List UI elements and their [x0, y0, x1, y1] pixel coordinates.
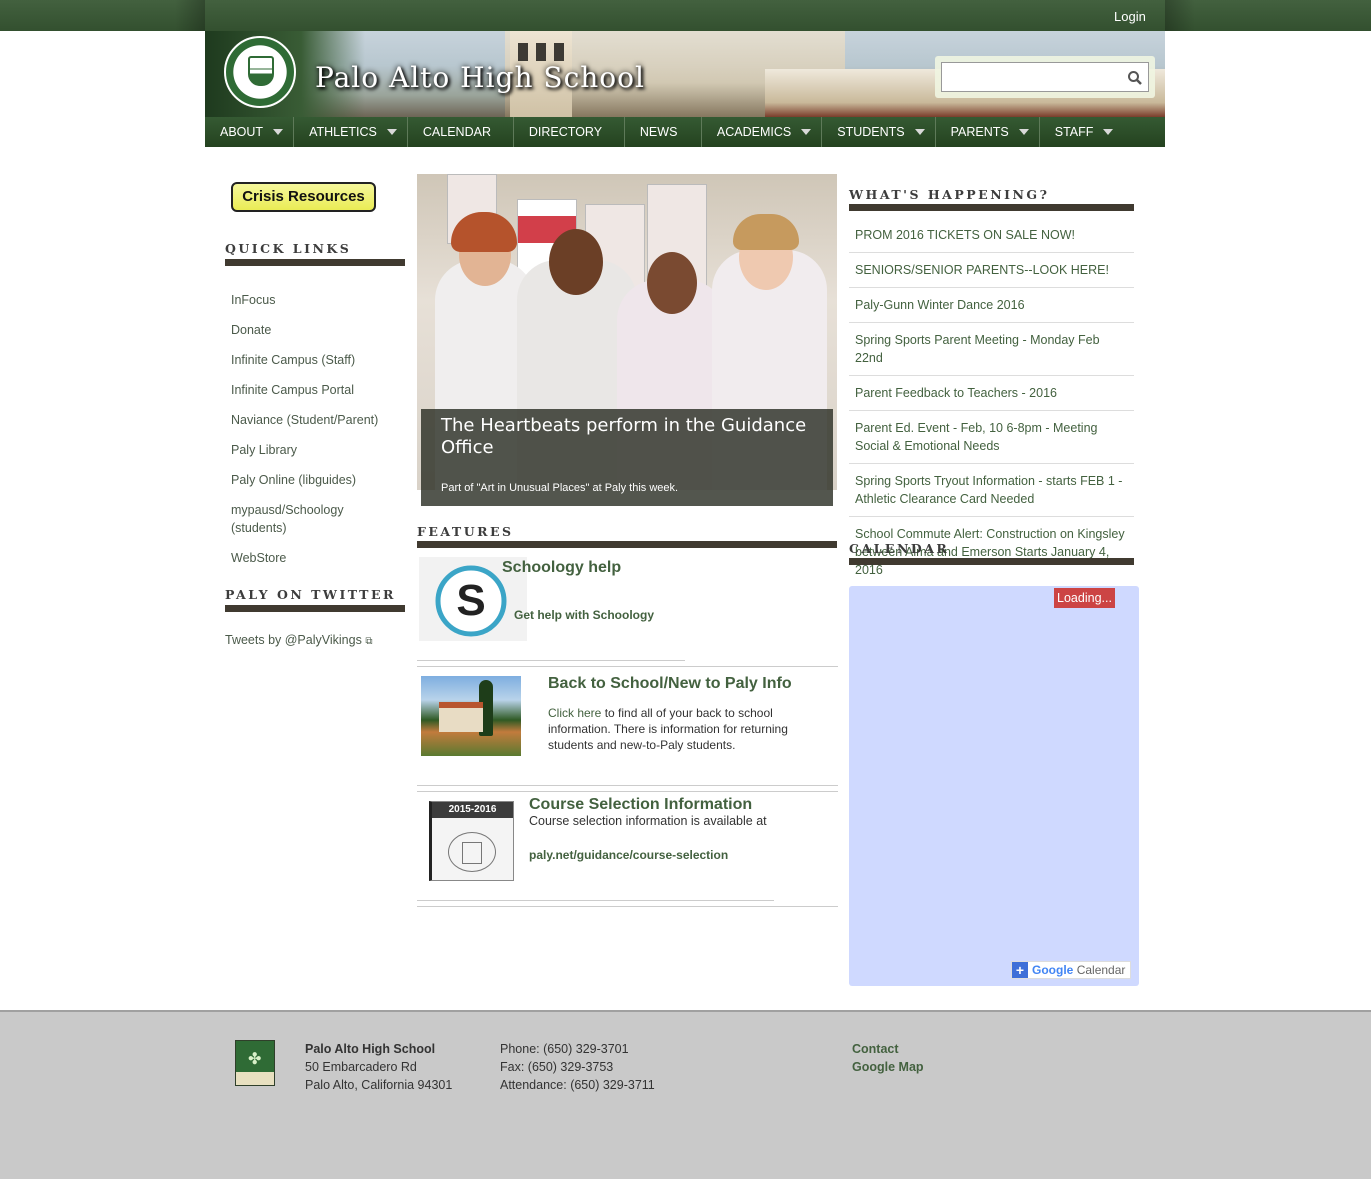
section-divider — [849, 204, 1134, 211]
twitter-link[interactable]: Tweets by @PalyVikings ⧉ — [225, 633, 372, 647]
chevron-down-icon — [914, 129, 925, 135]
twitter-title: PALY ON TWITTER — [225, 587, 396, 602]
nav-students[interactable]: STUDENTS — [822, 117, 936, 147]
nav-academics[interactable]: ACADEMICS — [702, 117, 823, 147]
nav-parents[interactable]: PARENTS — [936, 117, 1040, 147]
slide-title[interactable]: The Heartbeats perform in the Guidance O… — [441, 415, 811, 459]
svg-text:S: S — [456, 576, 485, 625]
section-divider — [225, 605, 405, 612]
external-link-icon: ⧉ — [365, 636, 373, 647]
search-input[interactable] — [941, 62, 1149, 92]
nav-calendar[interactable]: CALENDAR — [408, 117, 514, 147]
course-selection-link[interactable]: paly.net/guidance/course-selection — [529, 848, 728, 862]
quick-link[interactable]: Infinite Campus (Staff) — [231, 351, 401, 369]
quick-link[interactable]: Donate — [231, 321, 401, 339]
quick-links-list: InFocus Donate Infinite Campus (Staff) I… — [231, 291, 401, 579]
nav-staff[interactable]: STAFF — [1040, 117, 1124, 147]
school-crest-icon: ✤ — [235, 1040, 275, 1086]
news-item[interactable]: SENIORS/SENIOR PARENTS--LOOK HERE! — [849, 258, 1134, 288]
crisis-resources-button[interactable]: Crisis Resources — [231, 182, 376, 212]
feature-heading[interactable]: Schoology help — [502, 559, 621, 577]
nav-athletics[interactable]: ATHLETICS — [294, 117, 408, 147]
quick-link[interactable]: Infinite Campus Portal — [231, 381, 401, 399]
calendar-title: CALENDAR — [849, 541, 950, 556]
section-divider — [849, 558, 1134, 565]
schoology-help-link[interactable]: Get help with Schoology — [514, 608, 654, 622]
course-catalog-thumbnail[interactable]: 2015-2016 — [429, 801, 514, 881]
quick-link[interactable]: InFocus — [231, 291, 401, 309]
slide-subtitle: Part of "Art in Unusual Places" at Paly … — [441, 482, 679, 494]
news-item[interactable]: Parent Ed. Event - Feb, 10 6-8pm - Meeti… — [849, 416, 1134, 464]
slideshow-caption: The Heartbeats perform in the Guidance O… — [421, 409, 833, 506]
news-item[interactable]: Spring Sports Parent Meeting - Monday Fe… — [849, 328, 1134, 376]
search-icon[interactable] — [1127, 70, 1143, 86]
features-title: FEATURES — [417, 524, 514, 539]
page-container: Palo Alto High School ABOUT ATHLETICS CA… — [205, 31, 1165, 1179]
main-nav: ABOUT ATHLETICS CALENDAR DIRECTORY NEWS … — [205, 117, 1165, 147]
calendar-loading: Loading... — [1054, 588, 1115, 608]
feature-heading[interactable]: Back to School/New to Paly Info — [548, 675, 792, 693]
chevron-down-icon — [1103, 129, 1114, 135]
news-item[interactable]: Paly-Gunn Winter Dance 2016 — [849, 293, 1134, 323]
nav-news[interactable]: NEWS — [625, 117, 702, 147]
whats-happening-list: PROM 2016 TICKETS ON SALE NOW! SENIORS/S… — [849, 223, 1134, 592]
search-box — [935, 56, 1155, 98]
chevron-down-icon — [273, 129, 284, 135]
feature-description: Click here to find all of your back to s… — [548, 706, 788, 752]
quick-link[interactable]: Paly Library — [231, 441, 401, 459]
back-to-school-link[interactable]: Click here — [548, 706, 601, 720]
footer-address: Palo Alto High School 50 Embarcadero Rd … — [305, 1042, 453, 1092]
feature-heading[interactable]: Course Selection Information — [529, 796, 752, 814]
campus-photo[interactable] — [421, 676, 521, 756]
school-logo[interactable] — [224, 36, 296, 108]
google-map-link[interactable]: Google Map — [852, 1060, 924, 1074]
nav-directory[interactable]: DIRECTORY — [514, 117, 625, 147]
news-item[interactable]: PROM 2016 TICKETS ON SALE NOW! — [849, 223, 1134, 253]
quick-link[interactable]: mypausd/Schoology (students) — [231, 501, 401, 537]
footer-phones: Phone: (650) 329-3701 Fax: (650) 329-375… — [500, 1042, 655, 1092]
quick-links-title: QUICK LINKS — [225, 241, 352, 256]
feature-item: Back to School/New to Paly Info Click he… — [417, 675, 837, 776]
feature-description: Course selection information is availabl… — [529, 814, 767, 828]
feature-item: S Schoology help Get help with Schoology — [417, 557, 837, 667]
news-item[interactable]: Spring Sports Tryout Information - start… — [849, 469, 1134, 517]
nav-about[interactable]: ABOUT — [205, 117, 295, 147]
chevron-down-icon — [801, 129, 812, 135]
chevron-down-icon — [386, 129, 397, 135]
feature-item: 2015-2016 Course Selection Information C… — [417, 796, 837, 921]
quick-link[interactable]: WebStore — [231, 549, 401, 567]
section-divider — [225, 259, 405, 266]
plus-icon: + — [1012, 962, 1028, 978]
contact-link[interactable]: Contact — [852, 1042, 899, 1056]
chevron-down-icon — [1018, 129, 1029, 135]
quick-link[interactable]: Naviance (Student/Parent) — [231, 411, 401, 429]
site-title[interactable]: Palo Alto High School — [315, 61, 645, 94]
quick-link[interactable]: Paly Online (libguides) — [231, 471, 401, 489]
login-link[interactable]: Login — [1114, 9, 1146, 24]
footer-links: Contact Google Map — [852, 1040, 924, 1076]
top-bar: Login — [0, 0, 1371, 31]
site-header: Palo Alto High School — [205, 31, 1165, 117]
section-divider — [417, 541, 837, 548]
news-item[interactable]: Parent Feedback to Teachers - 2016 — [849, 381, 1134, 411]
whats-happening-title: WHAT'S HAPPENING? — [849, 187, 1050, 202]
google-calendar-badge[interactable]: + Google Calendar — [1011, 961, 1131, 979]
google-calendar-embed[interactable]: Loading... + Google Calendar — [849, 586, 1139, 986]
site-footer: ✤ Palo Alto High School 50 Embarcadero R… — [0, 1010, 1371, 1179]
